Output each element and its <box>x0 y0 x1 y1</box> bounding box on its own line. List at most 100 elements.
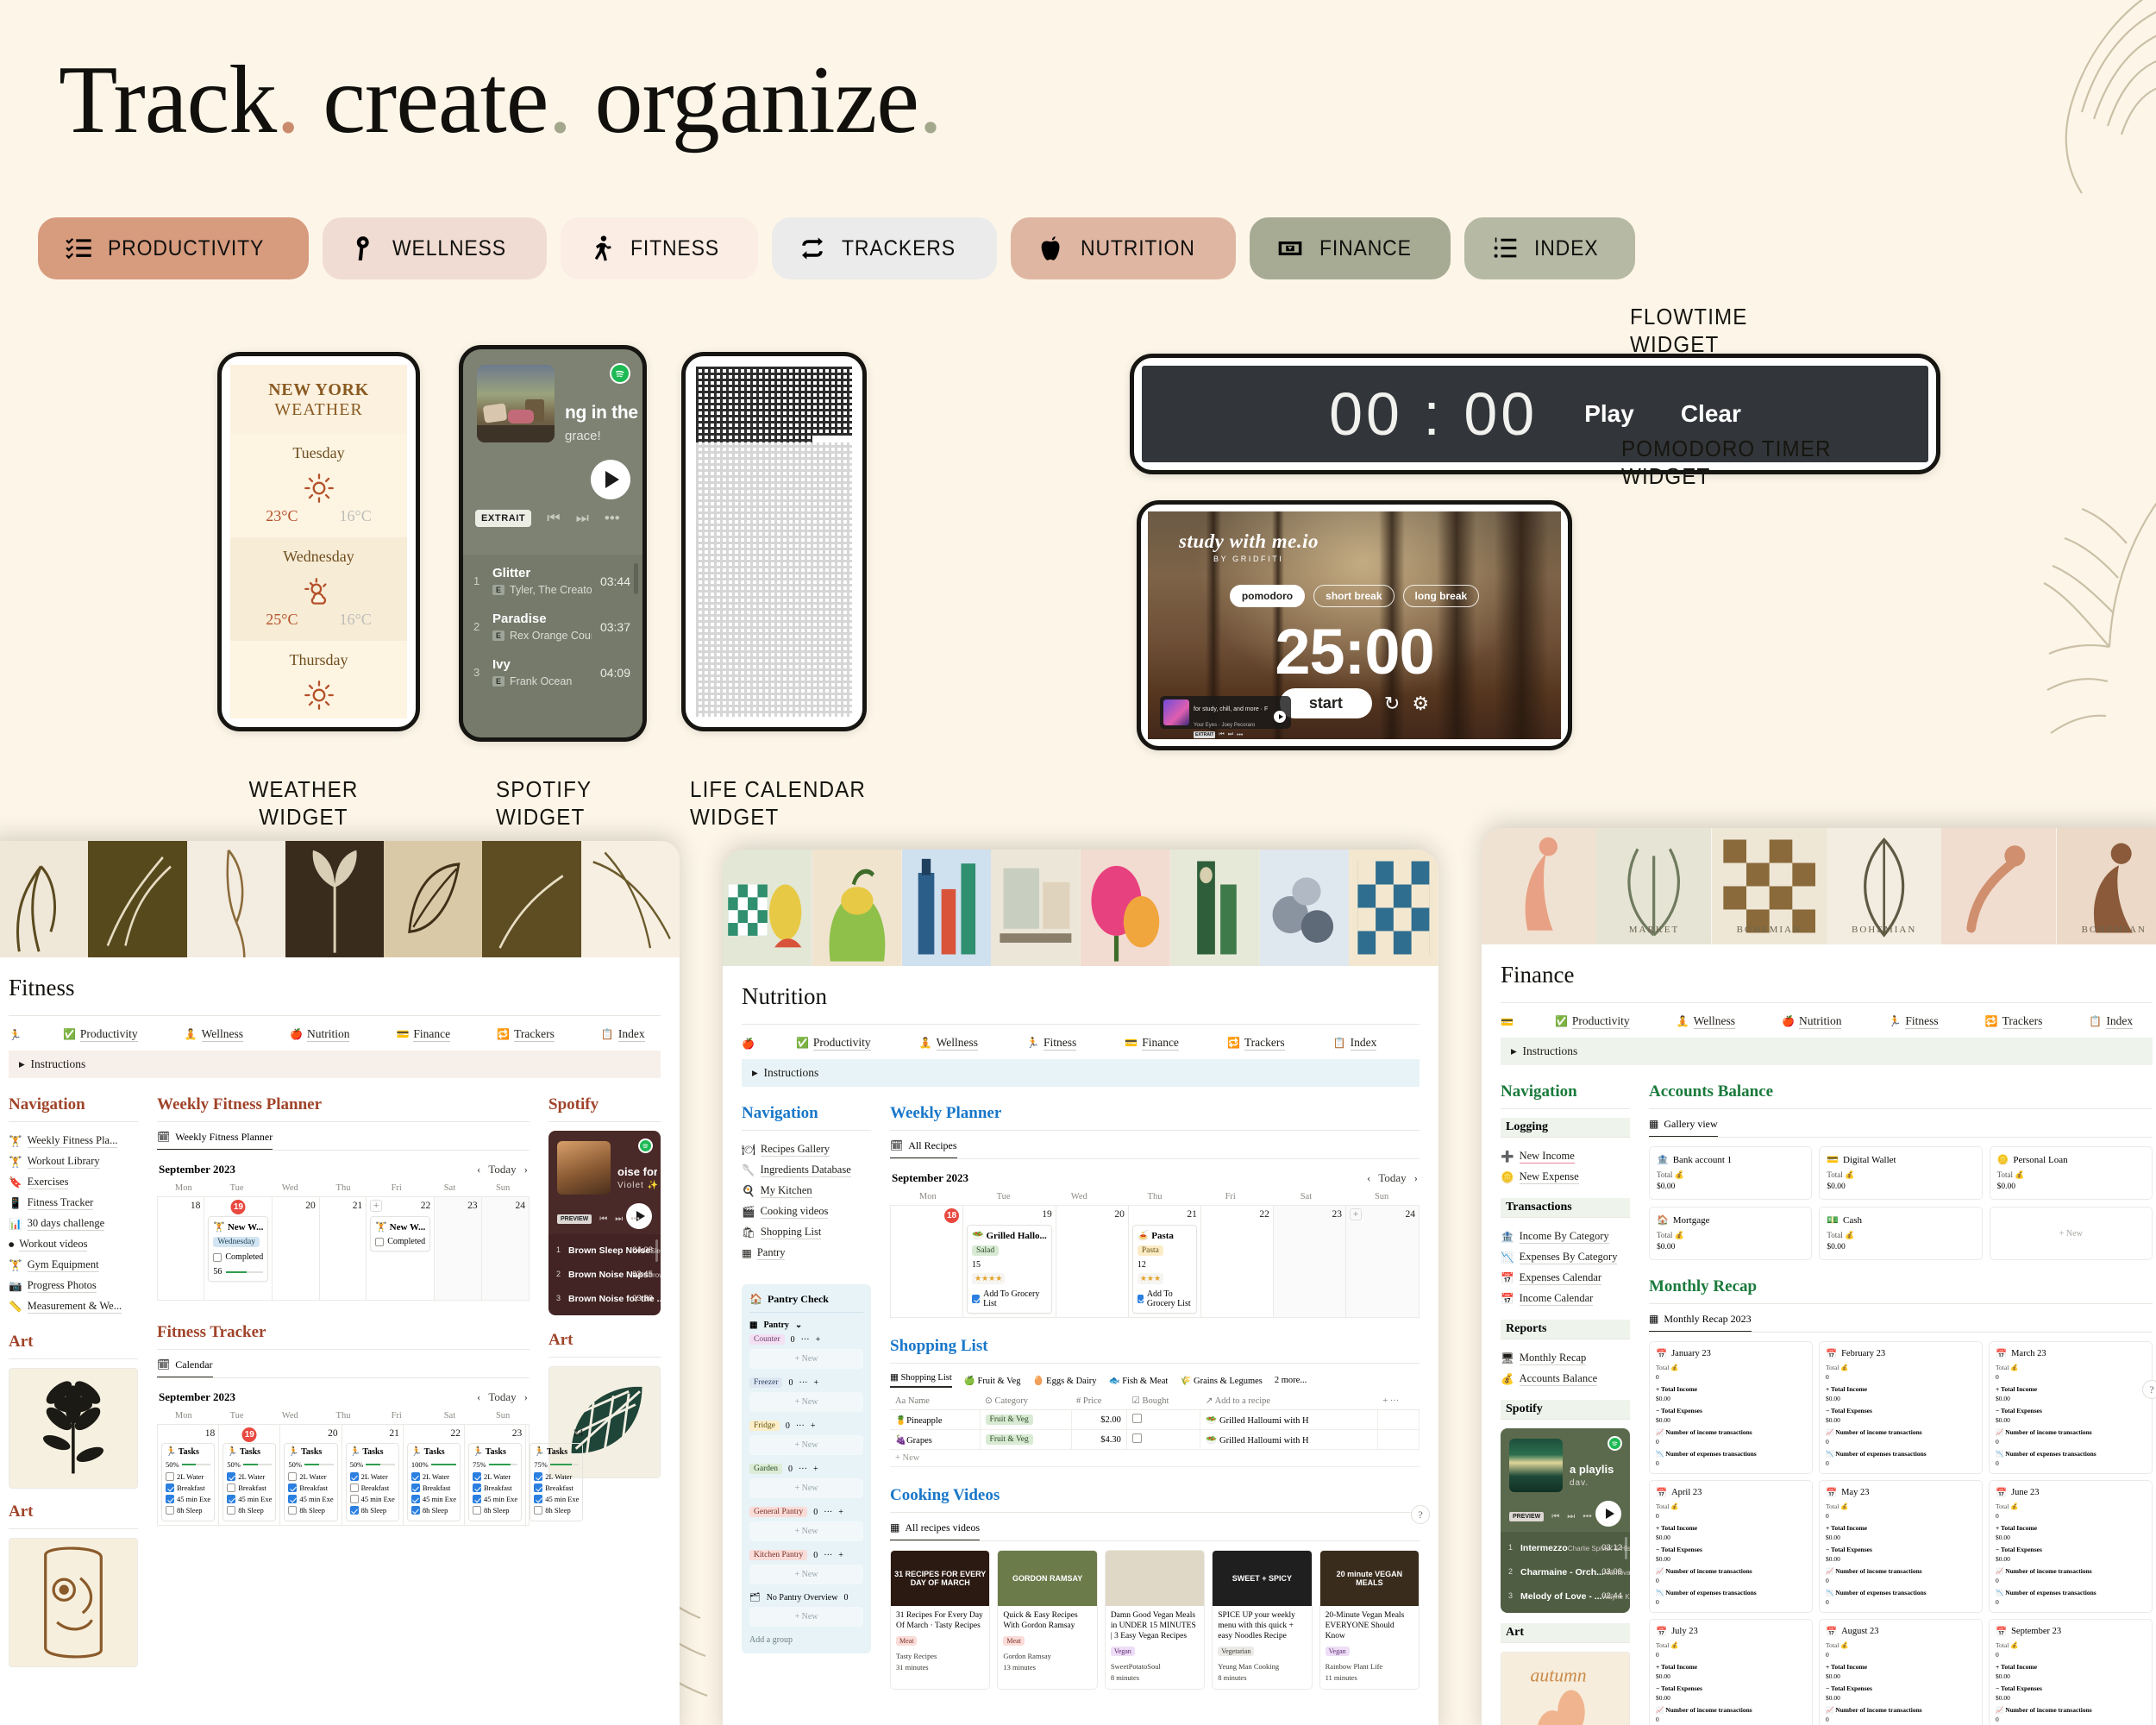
nav-nutrition[interactable]: 🍎 Nutrition <box>290 1027 350 1042</box>
tab-monthly-recap-2023[interactable]: ▦ Monthly Recap 2023 <box>1649 1313 1752 1333</box>
video-card[interactable]: SWEET + SPICY SPICE UP your weekly menu w… <box>1212 1550 1313 1690</box>
sidebar-item-pantry[interactable]: ▦ Pantry <box>742 1243 871 1264</box>
checkbox[interactable] <box>213 1252 222 1262</box>
add-new-row[interactable]: + New <box>890 1449 1420 1467</box>
recap-card[interactable]: 📅 August 23 Total 💰 0 + Total Income $0.00− T… <box>1819 1619 1983 1725</box>
calendar-cell[interactable]: 24 <box>481 1197 529 1301</box>
task-item[interactable]: 2L Water <box>411 1472 456 1481</box>
tab-weekly-fitness-planner[interactable]: 🗓 Weekly Fitness Planner <box>157 1131 273 1151</box>
sidebar-item-my-kitchen[interactable]: 🍳 My Kitchen <box>742 1181 871 1201</box>
next-icon[interactable]: ⏭ <box>1228 731 1233 738</box>
spotify-tracklist[interactable]: 1Brown Sleep NoiseSleep Miracle04:08 2Br… <box>548 1234 661 1315</box>
pill-nutrition[interactable]: NUTRITION <box>1010 217 1236 279</box>
pill-index[interactable]: INDEX <box>1463 217 1635 279</box>
play-button[interactable] <box>591 460 630 499</box>
more-options-icon[interactable]: ••• <box>1237 732 1243 738</box>
pomodoro-widget[interactable]: study with me.io BY GRIDFITI pomodoro sh… <box>1137 500 1572 750</box>
checkbox[interactable] <box>411 1506 420 1515</box>
spotify-card[interactable]: a playlis dav. PREVIEW ⏮ ⏭ ••• 1 Intermezzo C… <box>1501 1428 1630 1613</box>
account-card[interactable]: 💳 Digital Wallet Total 💰 $0.00 <box>1819 1146 1983 1200</box>
checkbox[interactable] <box>473 1472 482 1481</box>
calendar-cell[interactable]: 19 🏋 New W... Wednesday Completed 56 <box>204 1197 273 1301</box>
tab-eggs-dairy[interactable]: 🥚 Eggs & Dairy <box>1032 1375 1096 1386</box>
calendar-cell[interactable]: 18 <box>158 1197 205 1301</box>
pill-trackers[interactable]: TRACKERS <box>772 217 997 279</box>
start-button[interactable]: start <box>1279 688 1372 718</box>
task-item[interactable]: 8h Sleep <box>349 1506 395 1515</box>
recap-card[interactable]: 📅 September 23 Total 💰 0 + Total Income $0.00… <box>1989 1619 2153 1725</box>
checkbox[interactable] <box>288 1495 298 1503</box>
previous-icon[interactable]: ⏮ <box>599 1214 607 1224</box>
nav-index[interactable]: 📋 Index <box>601 1027 645 1042</box>
prev-month-icon[interactable]: ‹ <box>1367 1171 1370 1185</box>
sidebar-item-new-income[interactable]: ➕ New Income <box>1501 1146 1630 1167</box>
tracker-card[interactable]: 🏃 Tasks 75% 2L Water Breakfast 45 min Exe 8h … <box>468 1443 523 1521</box>
calendar-cell[interactable]: 20 <box>273 1197 320 1301</box>
scrollbar[interactable] <box>634 563 638 594</box>
video-card[interactable]: GORDON RAMSAY Quick & Easy Recipes With G… <box>997 1550 1098 1690</box>
list-item[interactable]: 3Melody of Love - ...Wayne King02:44 <box>1501 1584 1630 1608</box>
checkbox[interactable] <box>473 1506 482 1515</box>
help-button[interactable]: ? <box>2142 1380 2156 1399</box>
next-month-icon[interactable]: › <box>1414 1171 1418 1185</box>
task-item[interactable]: 2L Water <box>349 1472 395 1481</box>
play-button[interactable] <box>1274 711 1286 723</box>
gear-icon[interactable]: ⚙ <box>1412 693 1429 715</box>
sidebar-item-income-calendar[interactable]: 📅 Income Calendar <box>1501 1289 1630 1309</box>
tab-fruit-veg[interactable]: 🍏 Fruit & Veg <box>964 1375 1021 1386</box>
video-card[interactable]: Damn Good Vegan Meals in UNDER 15 MINUTE… <box>1104 1550 1206 1690</box>
spotify-card[interactable]: oise for S Violet ✨ PREVIEW ⏮ ⏭ ••• 1Brown … <box>548 1131 661 1315</box>
checkbox[interactable] <box>227 1484 236 1492</box>
add-new-button[interactable]: + New <box>749 1521 863 1541</box>
checkbox[interactable] <box>166 1506 174 1515</box>
task-item[interactable]: Breakfast <box>227 1484 272 1492</box>
checkbox[interactable] <box>375 1237 385 1246</box>
weekly-planner-calendar[interactable]: 18 19 🏋 New W... Wednesday Completed 56 … <box>157 1196 530 1301</box>
tracker-cell[interactable]: 21 🏃 Tasks 50% 2L Water Breakfast 45 min Exe 8… <box>342 1425 404 1525</box>
next-icon[interactable]: ⏭ <box>576 510 589 527</box>
calendar-cell[interactable]: + 22 🏋 New W... Completed <box>367 1197 436 1301</box>
tracker-card[interactable]: 🏃 Tasks 50% 2L Water Breakfast 45 min Exe 8h … <box>222 1443 277 1521</box>
sidebar-item-30-days-challenge[interactable]: 📊 30 days challenge <box>9 1214 138 1234</box>
previous-icon[interactable]: ⏮ <box>547 510 560 527</box>
nav-finance[interactable]: 💳 Finance <box>396 1027 451 1042</box>
tab-gallery-view[interactable]: ▦ Gallery view <box>1649 1118 1718 1138</box>
tracker-cell[interactable]: 23 🏃 Tasks 75% 2L Water Breakfast 45 min Exe 8… <box>465 1425 527 1525</box>
add-event-button[interactable]: + <box>370 1200 383 1212</box>
recap-card[interactable]: 📅 July 23 Total 💰 0 + Total Income $0.00− Tot… <box>1649 1619 1813 1725</box>
task-item[interactable]: 8h Sleep <box>288 1506 333 1515</box>
weekly-planner-calendar[interactable]: 18 19 🥗 Grilled Hallo... Salad 15 ★★★★ A… <box>890 1205 1420 1318</box>
checkbox[interactable] <box>349 1472 359 1481</box>
task-item[interactable]: Breakfast <box>288 1484 333 1492</box>
fitness-dashboard[interactable]: Fitness 🏃 ✅ Productivity 🧘 Wellness 🍎 Nutri… <box>0 841 680 1725</box>
list-item[interactable]: 2Charmaine - Orch...Mantovani03:08 <box>1501 1559 1630 1584</box>
sidebar-item-workout-videos[interactable]: ⏺ Workout videos <box>9 1234 138 1255</box>
task-item[interactable]: 8h Sleep <box>166 1506 210 1515</box>
recap-card[interactable]: 📅 May 23 Total 💰 0 + Total Income $0.00 − Tota… <box>1819 1480 1983 1613</box>
tab-all-recipes-videos[interactable]: ▦ All recipes videos <box>890 1521 980 1541</box>
tracker-cell[interactable]: 18 🏃 Tasks 50% 2L Water Breakfast 45 min Exe 8… <box>158 1425 220 1525</box>
col-add[interactable]: + ··· <box>1377 1392 1420 1410</box>
task-item[interactable]: 8h Sleep <box>227 1506 272 1515</box>
weather-widget[interactable]: NEW YORK WEATHER Tuesday 23°C 16°C Wednes… <box>217 352 420 731</box>
event-card[interactable]: 🏋 New W... Completed <box>370 1216 431 1251</box>
sidebar-item-weekly-fitness-planner[interactable]: 🏋 Weekly Fitness Pla... <box>9 1131 138 1151</box>
cell-bought[interactable] <box>1126 1409 1201 1430</box>
account-card[interactable]: 🏠 Mortgage Total 💰 $0.00 <box>1649 1207 1813 1260</box>
checkbox[interactable] <box>411 1484 420 1492</box>
nav-trackers[interactable]: 🔁 Trackers <box>1985 1014 2043 1029</box>
tracker-card[interactable]: 🏃 Tasks 75% 2L Water Breakfast 45 min Exe 8h … <box>530 1443 584 1521</box>
nav-trackers[interactable]: 🔁 Trackers <box>497 1027 555 1042</box>
recap-card[interactable]: 📅 April 23 Total 💰 0 + Total Income $0.00 − To… <box>1649 1480 1813 1613</box>
sidebar-item-exercises[interactable]: 🔖 Exercises <box>9 1172 138 1193</box>
tab-long-break[interactable]: long break <box>1402 585 1480 607</box>
tracker-card[interactable]: 🏃 Tasks 50% 2L Water Breakfast 45 min Exe 8h … <box>161 1443 216 1521</box>
list-item[interactable]: 3 Ivy E Frank Ocean 04:09 <box>463 649 642 695</box>
add-new-button[interactable]: + New <box>749 1607 863 1627</box>
more-options-icon[interactable]: ··· <box>824 1551 832 1560</box>
tab-pomodoro[interactable]: pomodoro <box>1229 585 1306 607</box>
pantry-group[interactable]: General Pantry 0 ··· + + New <box>749 1507 863 1541</box>
task-item[interactable]: Breakfast <box>166 1484 210 1492</box>
task-item[interactable]: 45 min Exe <box>227 1495 272 1503</box>
add-icon[interactable]: + <box>816 1335 821 1345</box>
